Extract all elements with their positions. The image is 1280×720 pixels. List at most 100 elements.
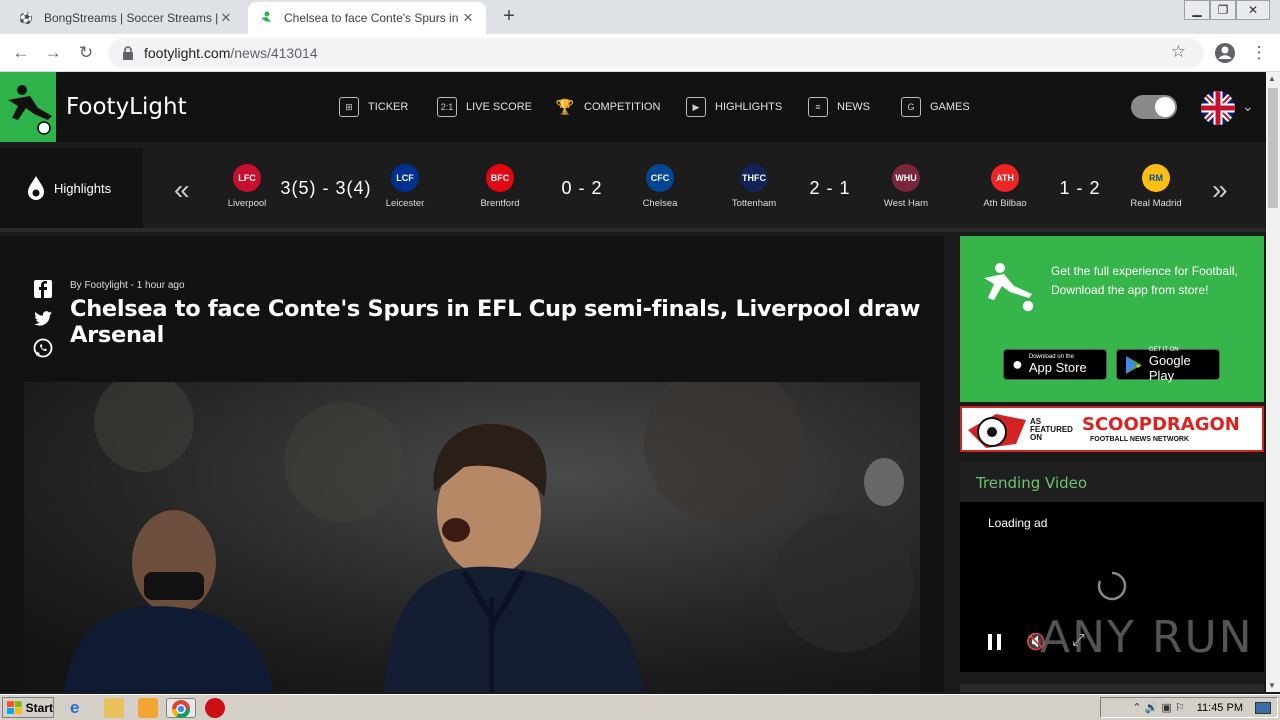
start-label: Start: [25, 700, 53, 715]
nav-competition[interactable]: 🏆 COMPETITION: [555, 96, 661, 118]
url-path: /news/413014: [230, 45, 318, 61]
brentford-crest-icon: BFC: [486, 164, 514, 192]
dark-mode-toggle[interactable]: [1131, 95, 1177, 119]
site-header: FootyLight ⊞ TICKER 2:1 LIVE SCORE 🏆 COMPET…: [0, 72, 1266, 142]
chrome-taskbar-icon[interactable]: [166, 698, 196, 719]
tray-icons[interactable]: ⌃ 🔊 ▣ ⚐: [1132, 701, 1184, 714]
pause-icon[interactable]: [988, 634, 1002, 650]
team-home[interactable]: LFC Liverpool: [207, 164, 287, 209]
nav-live-score[interactable]: 2:1 LIVE SCORE: [437, 96, 532, 118]
chelsea-crest-icon: CFC: [646, 164, 674, 192]
close-icon[interactable]: ✕: [460, 10, 476, 26]
start-button[interactable]: Start: [2, 697, 54, 718]
news-icon: ≡: [808, 97, 828, 117]
spinner-icon: [1097, 571, 1127, 601]
facebook-icon[interactable]: [32, 278, 54, 300]
match-score[interactable]: 1 - 2: [1030, 178, 1130, 199]
forward-icon[interactable]: →: [42, 42, 64, 64]
footylight-logo[interactable]: [0, 72, 56, 142]
bookmark-star-icon[interactable]: ☆: [1171, 42, 1186, 62]
article-hero-image: [24, 382, 920, 692]
team-name: Leicester: [385, 198, 425, 209]
liverpool-crest-icon: LFC: [233, 164, 261, 192]
windows-logo-icon: [7, 700, 22, 714]
trending-video-title: Trending Video: [976, 474, 1088, 492]
tab-footylight[interactable]: Chelsea to face Conte's Spurs in EFL ✕: [248, 2, 486, 34]
page-scrollbar[interactable]: ▲ ▼: [1266, 72, 1280, 692]
team-name: Chelsea: [642, 198, 678, 209]
show-desktop-icon[interactable]: [1255, 702, 1271, 714]
tab-title: Chelsea to face Conte's Spurs in EFL: [284, 11, 460, 25]
back-icon[interactable]: ←: [10, 42, 32, 64]
new-tab-button[interactable]: +: [498, 6, 520, 28]
play-icon: ▶: [686, 97, 706, 117]
nav-label: COMPETITION: [584, 101, 661, 113]
google-play-button[interactable]: GET IT ON Google Play: [1116, 347, 1220, 383]
reload-icon[interactable]: ↻: [75, 42, 97, 64]
tab-title: BongStreams | Soccer Streams | NBA: [44, 11, 218, 25]
nav-highlights[interactable]: ▶ HIGHLIGHTS: [686, 96, 782, 118]
team-away[interactable]: LCF Leicester: [365, 164, 445, 209]
scroll-right-icon[interactable]: »: [1212, 174, 1228, 206]
uk-flag-icon[interactable]: [1201, 91, 1235, 125]
anyrun-watermark: ANY RUN: [1040, 612, 1254, 663]
nav-label: LIVE SCORE: [466, 101, 533, 113]
nav-label: TICKER: [368, 101, 409, 113]
footylight-favicon-icon: [258, 10, 274, 26]
ath-bilbao-crest-icon: ATH: [991, 164, 1019, 192]
scroll-up-icon[interactable]: ▲: [1268, 74, 1276, 83]
url-host: footylight.com: [144, 45, 231, 61]
whatsapp-icon[interactable]: [32, 337, 54, 359]
menu-icon[interactable]: ⋮: [1248, 42, 1270, 64]
scoopdragon-banner[interactable]: AS FEATURED ON SCOOPDRAGON FOOTBALL NEWS…: [960, 406, 1264, 452]
team-name: Liverpool: [227, 198, 267, 209]
twitter-icon[interactable]: [32, 308, 54, 330]
match-score[interactable]: 0 - 2: [532, 178, 632, 199]
nav-news[interactable]: ≡ NEWS: [808, 96, 870, 118]
live-score-icon: 2:1: [437, 97, 457, 117]
scrollbar-thumb[interactable]: [1268, 88, 1278, 208]
team-home[interactable]: BFC Brentford: [460, 164, 540, 209]
chevron-down-icon[interactable]: ⌄: [1242, 98, 1254, 115]
app-promo: Get the full experience for Football, Do…: [960, 236, 1264, 402]
team-away[interactable]: RM Real Madrid: [1116, 164, 1196, 209]
scroll-down-icon[interactable]: ▼: [1268, 681, 1276, 690]
clock: 11:45 PM: [1196, 701, 1243, 714]
window-close-button[interactable]: ✕: [1236, 0, 1270, 20]
app-store-button[interactable]: ● Download on the App Store: [1003, 349, 1107, 380]
nav-ticker[interactable]: ⊞ TICKER: [339, 96, 408, 118]
team-name: Real Madrid: [1130, 198, 1182, 209]
internet-explorer-icon[interactable]: e: [70, 698, 90, 718]
leicester-crest-icon: LCF: [391, 164, 419, 192]
real-madrid-crest-icon: RM: [1142, 164, 1170, 192]
lock-icon: [123, 46, 133, 60]
tab-bongstreams[interactable]: ⚽ BongStreams | Soccer Streams | NBA ✕: [8, 2, 244, 34]
video-player[interactable]: Loading ad 🔇 ⤢ ANY RUN: [960, 502, 1264, 672]
folder-icon[interactable]: [104, 698, 124, 718]
scroll-left-icon[interactable]: «: [174, 174, 190, 206]
profile-icon[interactable]: [1214, 42, 1236, 64]
close-icon[interactable]: ✕: [218, 10, 234, 26]
minimize-button[interactable]: ▁: [1184, 0, 1210, 20]
browser-toolbar: ← → ↻ footylight.com/news/413014 ☆ ⋮: [0, 34, 1280, 72]
flame-icon: [28, 176, 44, 200]
windows-taskbar: Start e ⌃ 🔊 ▣ ⚐ 11:45 PM: [0, 694, 1280, 720]
restore-button[interactable]: ❐: [1210, 0, 1236, 20]
team-away[interactable]: CFC Chelsea: [620, 164, 700, 209]
match-score[interactable]: 2 - 1: [780, 178, 880, 199]
site-brand[interactable]: FootyLight: [66, 94, 187, 120]
address-bar[interactable]: footylight.com/news/413014 ☆: [108, 38, 1204, 68]
match-score[interactable]: 3(5) - 3(4): [276, 178, 376, 199]
opera-icon[interactable]: [205, 698, 225, 718]
highlights-label[interactable]: Highlights: [0, 148, 143, 228]
trophy-icon: 🏆: [555, 99, 575, 116]
scoop-title: SCOOPDRAGON: [1082, 414, 1240, 435]
scores-ticker: Highlights « LFC Liverpool 3(5) - 3(4) L…: [0, 142, 1266, 232]
highlights-text: Highlights: [54, 180, 112, 196]
nav-games[interactable]: G GAMES: [901, 96, 970, 118]
media-player-icon[interactable]: [138, 698, 158, 718]
team-away[interactable]: WHU West Ham: [866, 164, 946, 209]
team-name: Tottenham: [731, 198, 777, 209]
browser-tab-strip: ⚽ BongStreams | Soccer Streams | NBA ✕ C…: [0, 0, 1280, 34]
team-name: Brentford: [480, 198, 520, 209]
